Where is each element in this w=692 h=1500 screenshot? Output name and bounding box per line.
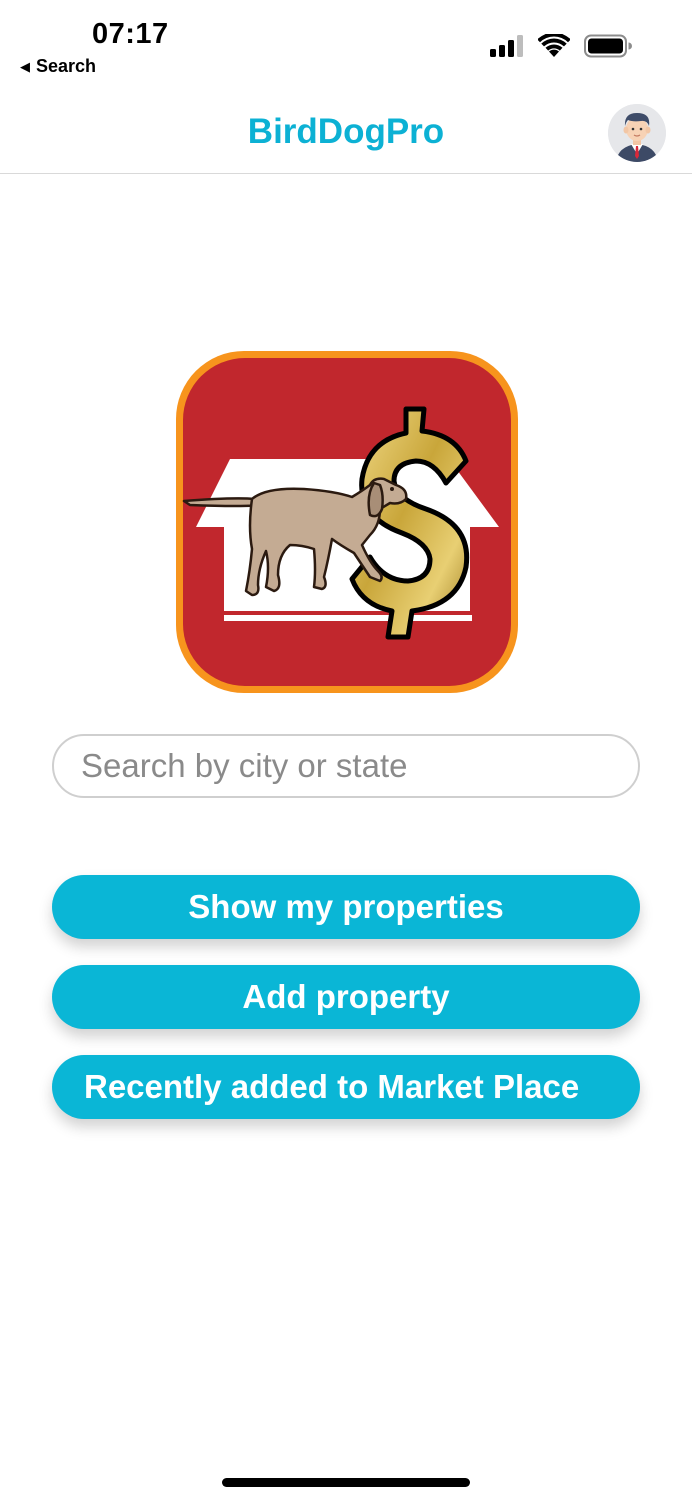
status-bar: 07:17 ◀ Search — [0, 0, 692, 90]
birddogpro-logo — [174, 349, 520, 695]
status-icons — [490, 34, 632, 58]
show-my-properties-button[interactable]: Show my properties — [52, 875, 640, 939]
back-arrow-icon: ◀ — [20, 58, 30, 74]
user-avatar-icon[interactable] — [608, 104, 666, 162]
wifi-icon — [538, 34, 570, 57]
signal-icon — [490, 35, 523, 57]
battery-icon — [584, 34, 632, 58]
search-input[interactable] — [52, 734, 640, 798]
recently-added-marketplace-button[interactable]: Recently added to Market Place — [52, 1055, 640, 1119]
add-property-button[interactable]: Add property — [52, 965, 640, 1029]
back-to-search-link[interactable]: ◀ Search — [20, 56, 96, 77]
home-indicator[interactable] — [222, 1478, 470, 1487]
navigation-bar: BirdDogPro — [0, 90, 692, 174]
status-time: 07:17 — [92, 18, 169, 50]
back-link-label: Search — [36, 56, 97, 76]
app-title: BirdDogPro — [247, 112, 445, 151]
